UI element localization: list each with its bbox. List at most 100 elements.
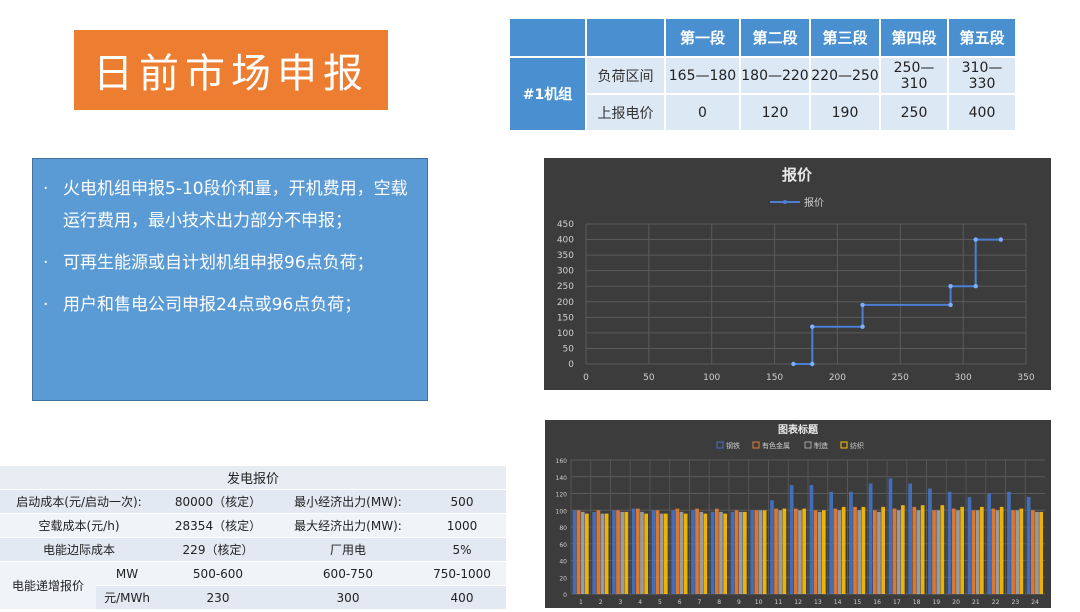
bar	[636, 508, 640, 594]
x-tick-label: 14	[834, 599, 842, 606]
y-tick-label: 100	[557, 329, 574, 339]
incr-label: 电能递增报价	[0, 561, 96, 610]
data-point	[973, 284, 978, 289]
list-item: · 火电机组申报5-10段价和量，开机费用，空载运行费用，最小技术出力部分不申报；	[43, 173, 417, 237]
table-cell: 310—330	[947, 56, 1017, 95]
data-point	[860, 324, 865, 329]
table-cell: 0	[664, 93, 741, 132]
bar	[691, 510, 695, 595]
bar	[620, 511, 625, 594]
x-tick-label: 200	[829, 373, 846, 383]
bar	[928, 488, 932, 594]
page-title: 日前市场申报	[74, 30, 388, 110]
bar	[1039, 511, 1043, 594]
table-cell: 电能边际成本	[0, 537, 158, 562]
bar	[758, 510, 763, 595]
industry-bar-chart: 图表标题 钢铁 有色金属 制造 纺织 0 20 40 60 80 100 120 140 160 1 2 3 4 5…	[545, 420, 1051, 608]
segment-table-header: 第一段 第二段 第三段 第四段 第五段	[508, 17, 1017, 58]
y-tick-label: 80	[559, 525, 567, 532]
bar	[908, 483, 912, 594]
y-tick-label: 140	[556, 475, 568, 482]
header-blank-cell	[508, 17, 587, 58]
data-point	[860, 302, 865, 308]
data-point	[998, 237, 1004, 242]
x-tick-label: 6	[678, 599, 682, 606]
bar	[936, 510, 941, 595]
x-tick-label: 100	[703, 373, 720, 383]
bar	[813, 510, 818, 595]
x-tick-label: 8	[717, 599, 721, 606]
bar	[640, 511, 644, 594]
bar	[644, 513, 648, 594]
table-cell: 250	[879, 93, 949, 132]
x-tick-label: 9	[737, 599, 741, 606]
bar	[967, 496, 972, 594]
table-row: 电能递增报价 MW 500-600 600-750 750-1000	[0, 561, 506, 610]
bullet-dot: ·	[43, 295, 49, 315]
bar	[861, 506, 866, 594]
y-tick-label: 300	[557, 267, 574, 277]
x-tick-label: 7	[697, 599, 701, 606]
x-tick-label: 250	[892, 373, 909, 383]
bar	[932, 510, 936, 595]
bar	[750, 510, 754, 595]
x-tick-label: 24	[1031, 599, 1039, 606]
table-cell: 180—220	[739, 56, 811, 95]
segment-header: 第一段	[664, 17, 741, 58]
x-tick-label: 23	[1012, 599, 1020, 606]
bar	[873, 510, 877, 595]
bar	[655, 510, 660, 595]
bar	[868, 483, 873, 594]
y-tick-label: 120	[556, 492, 568, 499]
y-tick-label: 100	[556, 508, 568, 515]
table-cell: 400	[418, 585, 506, 610]
y-tick-label: 450	[557, 220, 574, 230]
bar	[877, 511, 881, 594]
x-tick-label: 50	[643, 373, 655, 383]
legend-swatch	[840, 441, 848, 449]
x-tick-label: 4	[638, 599, 642, 606]
bar	[612, 510, 616, 595]
bar	[849, 491, 853, 594]
y-tick-label: 250	[557, 282, 574, 292]
bar	[770, 500, 774, 594]
table-cell: 空载成本(元/h)	[0, 513, 158, 538]
x-tick-label: 18	[913, 599, 921, 606]
table-cell: 最大经济出力(MW):	[278, 513, 418, 538]
y-tick-label: 350	[557, 251, 574, 261]
list-item: · 用户和售电公司申报24点或96点负荷；	[43, 289, 417, 321]
x-tick-label: 1	[579, 599, 583, 606]
table-cell: 250—310	[879, 56, 949, 95]
bar	[940, 505, 945, 594]
y-tick-label: 0	[568, 360, 574, 370]
bar	[947, 491, 952, 594]
bar	[980, 506, 984, 594]
y-tick-label: 150	[557, 313, 574, 323]
table-cell: 5%	[418, 537, 506, 562]
bar	[1007, 491, 1011, 594]
bar	[600, 513, 605, 594]
bar	[1015, 510, 1020, 595]
legend-swatch	[752, 441, 760, 449]
bar	[616, 510, 620, 595]
bullet-dot: ·	[43, 253, 49, 273]
bar	[719, 511, 723, 594]
bar	[1011, 510, 1015, 595]
table-cell: 229（核定）	[158, 537, 278, 562]
bar	[975, 510, 980, 595]
x-tick-label: 150	[766, 373, 783, 383]
bar	[789, 485, 794, 594]
bar	[572, 510, 577, 595]
x-tick-label: 0	[583, 373, 589, 383]
bar	[734, 510, 739, 595]
bar	[778, 510, 783, 595]
x-tick-label: 16	[873, 599, 881, 606]
x-tick-label: 21	[972, 599, 980, 606]
legend-marker	[783, 200, 787, 204]
chart-title: 图表标题	[778, 423, 819, 436]
bar	[956, 510, 960, 595]
row-label: 上报电价	[585, 93, 666, 132]
x-tick-label: 13	[814, 599, 822, 606]
bullet-text: 可再生能源或自计划机组申报96点负荷；	[63, 253, 374, 273]
bar	[857, 510, 862, 595]
